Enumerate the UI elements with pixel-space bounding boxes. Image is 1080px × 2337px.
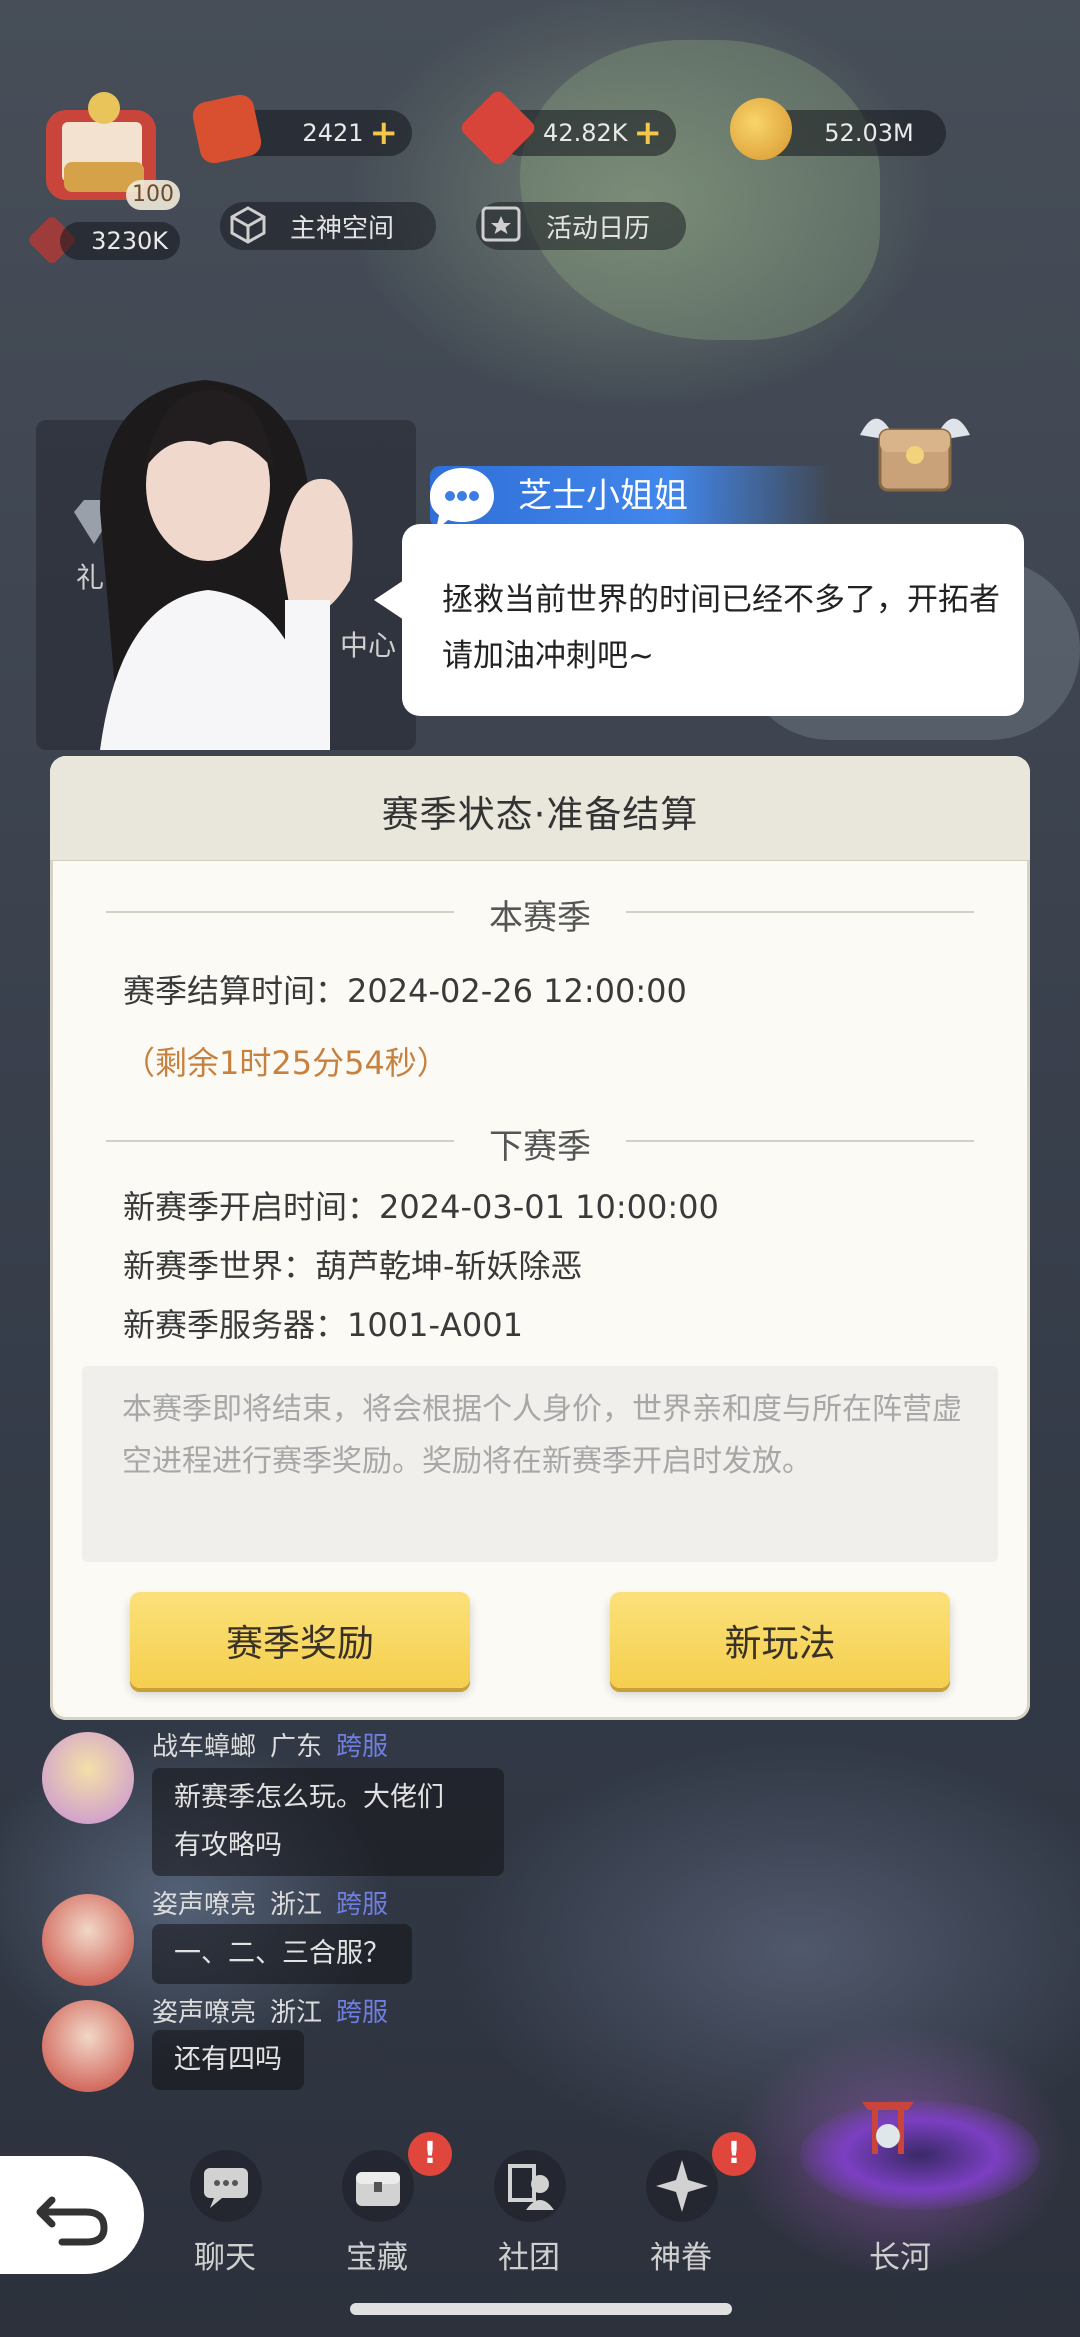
add-gems-icon[interactable]: +	[634, 116, 663, 150]
dialog-title: 赛季状态·准备结算	[381, 793, 699, 836]
chat-sender-location: 浙江	[270, 1890, 323, 1920]
nav-label: 神眷	[650, 2240, 712, 2276]
chat-message-line: 还有四吗	[174, 2044, 282, 2075]
chat-avatar[interactable]	[42, 2000, 134, 2092]
chat-icon	[190, 2150, 262, 2222]
chat-sender-name[interactable]: 姿声嘹亮	[152, 1998, 256, 2028]
speaker-name: 芝士小姐姐	[518, 476, 688, 516]
next-season-server: 新赛季服务器：1001-A001	[123, 1306, 523, 1344]
speech-bubble: 拯救当前世界的时间已经不多了，开拓者请加油冲刺吧~	[374, 524, 1024, 716]
next-season-open-time: 新赛季开启时间：2024-03-01 10:00:00	[123, 1188, 719, 1226]
chat-message-bubble: 新赛季怎么玩。大佬们 有攻略吗	[152, 1768, 504, 1876]
treasure-chest-decor-icon[interactable]	[855, 395, 975, 505]
activity-calendar-label: 活动日历	[546, 213, 651, 244]
nav-treasure[interactable]: ! 宝藏	[322, 2132, 452, 2280]
next-season-world: 新赛季世界：葫芦乾坤-斩妖除恶	[123, 1247, 583, 1285]
add-tickets-icon[interactable]: +	[370, 116, 399, 150]
chat-avatar[interactable]	[42, 1732, 134, 1824]
star-icon	[646, 2150, 718, 2222]
chat-sender: 战车蟑螂 广东 跨服	[152, 1726, 388, 1763]
notification-badge: !	[408, 2132, 452, 2176]
chat-message-bubble: 一、二、三合服？	[152, 1924, 412, 1984]
nav-divine-favor[interactable]: ! 神眷	[626, 2132, 756, 2280]
season-rewards-button[interactable]: 赛季奖励	[130, 1592, 470, 1688]
chat-message-line: 新赛季怎么玩。大佬们	[174, 1782, 444, 1813]
chat-sender-name[interactable]: 战车蟑螂	[152, 1732, 256, 1762]
current-season-header: 本赛季	[489, 898, 591, 938]
chat-sender-location: 广东	[270, 1732, 323, 1762]
chat-sender: 姿声嘹亮 浙江 跨服	[152, 1884, 388, 1921]
cross-server-tag: 跨服	[336, 1890, 389, 1920]
chat-sender: 姿声嘹亮 浙江 跨服	[152, 1992, 388, 2029]
season-note-text: 本赛季即将结束，将会根据个人身价，世界亲和度与所在阵营虚空进程进行赛季奖励。奖励…	[122, 1392, 962, 1479]
nav-label: 宝藏	[346, 2240, 408, 2276]
chat-sender-location: 浙江	[270, 1998, 323, 2028]
chat-sender-name[interactable]: 姿声嘹亮	[152, 1890, 256, 1920]
nav-label: 长河	[869, 2240, 931, 2276]
season-remaining-time: （剩余1时25分54秒）	[123, 1044, 449, 1082]
season-status-dialog: 赛季状态·准备结算 本赛季 赛季结算时间：2024-02-26 12:00:00…	[50, 756, 1030, 1720]
gold-value: 52.03M	[824, 119, 914, 147]
main-space-label: 主神空间	[290, 213, 395, 244]
speech-message: 拯救当前世界的时间已经不多了，开拓者请加油冲刺吧~	[442, 582, 1000, 674]
back-button[interactable]	[0, 2156, 144, 2274]
chat-message-bubble: 还有四吗	[152, 2030, 304, 2090]
host-character-portrait	[60, 350, 390, 750]
shrine-icon	[858, 2088, 918, 2158]
cross-server-tag: 跨服	[336, 1732, 389, 1762]
chat-message-line: 一、二、三合服？	[174, 1938, 390, 1969]
nav-label: 聊天	[194, 2240, 256, 2276]
gold-coin-icon	[730, 98, 792, 160]
cross-server-tag: 跨服	[336, 1998, 389, 2028]
back-arrow-icon	[36, 2196, 108, 2246]
chat-message-line: 有攻略吗	[174, 1830, 282, 1861]
season-note-box: 本赛季即将结束，将会根据个人身价，世界亲和度与所在阵营虚空进程进行赛季奖励。奖励…	[82, 1366, 998, 1562]
treasure-chest-icon	[342, 2150, 414, 2222]
nav-label: 社团	[498, 2240, 560, 2276]
notification-badge: !	[712, 2132, 756, 2176]
player-level-badge: 100	[126, 180, 180, 210]
gems-value: 42.82K	[543, 119, 628, 147]
next-season-header: 下赛季	[489, 1127, 591, 1167]
season-settle-time: 赛季结算时间：2024-02-26 12:00:00	[123, 972, 687, 1010]
home-indicator[interactable]	[350, 2303, 732, 2315]
cube-icon	[228, 205, 268, 245]
nav-guild[interactable]: 社团	[474, 2150, 584, 2280]
tickets-value: 2421	[302, 119, 364, 147]
nav-chat[interactable]: 聊天	[170, 2150, 280, 2280]
power-value: 3230K	[60, 222, 180, 260]
chat-avatar[interactable]	[42, 1894, 134, 1986]
guild-icon	[494, 2150, 566, 2222]
calendar-icon	[478, 200, 524, 246]
nav-long-river[interactable]: 长河	[845, 2150, 955, 2280]
new-gameplay-button[interactable]: 新玩法	[610, 1592, 950, 1688]
ticket-icon	[190, 92, 264, 166]
